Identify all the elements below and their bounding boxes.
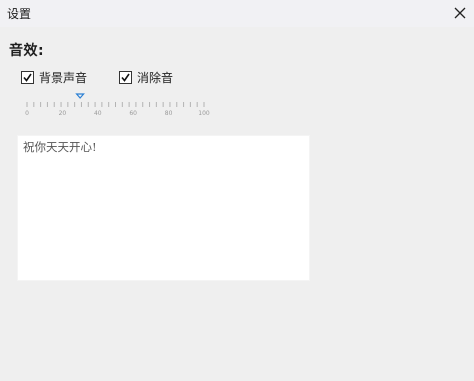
message-text-area[interactable]: 祝你天天开心! — [17, 135, 310, 281]
close-button[interactable] — [446, 0, 474, 27]
slider-track — [26, 93, 205, 107]
mute-sound-label: 消除音 — [137, 71, 174, 85]
checkmark-icon — [121, 73, 130, 82]
volume-slider[interactable]: 0 20 40 60 80 100 — [25, 92, 210, 117]
slider-thumb[interactable] — [75, 93, 85, 99]
sound-section-title: 音效: — [9, 43, 45, 59]
background-sound-checkbox[interactable]: 背景声音 — [21, 69, 87, 86]
slider-tick-label: 60 — [129, 110, 138, 117]
close-icon — [454, 7, 466, 19]
slider-tick-label: 0 — [25, 110, 29, 117]
window-title: 设置 — [7, 7, 32, 21]
checkbox-box[interactable] — [21, 71, 34, 84]
slider-tick-label: 20 — [58, 110, 67, 117]
mute-sound-checkbox[interactable]: 消除音 — [119, 69, 173, 86]
background-sound-label: 背景声音 — [39, 71, 88, 85]
slider-tick-label: 80 — [164, 110, 173, 117]
slider-tick-label: 40 — [93, 110, 102, 117]
checkbox-box[interactable] — [119, 71, 132, 84]
title-bar: 设置 — [0, 0, 474, 27]
slider-tick-label: 100 — [198, 110, 210, 117]
checkmark-icon — [23, 73, 32, 82]
